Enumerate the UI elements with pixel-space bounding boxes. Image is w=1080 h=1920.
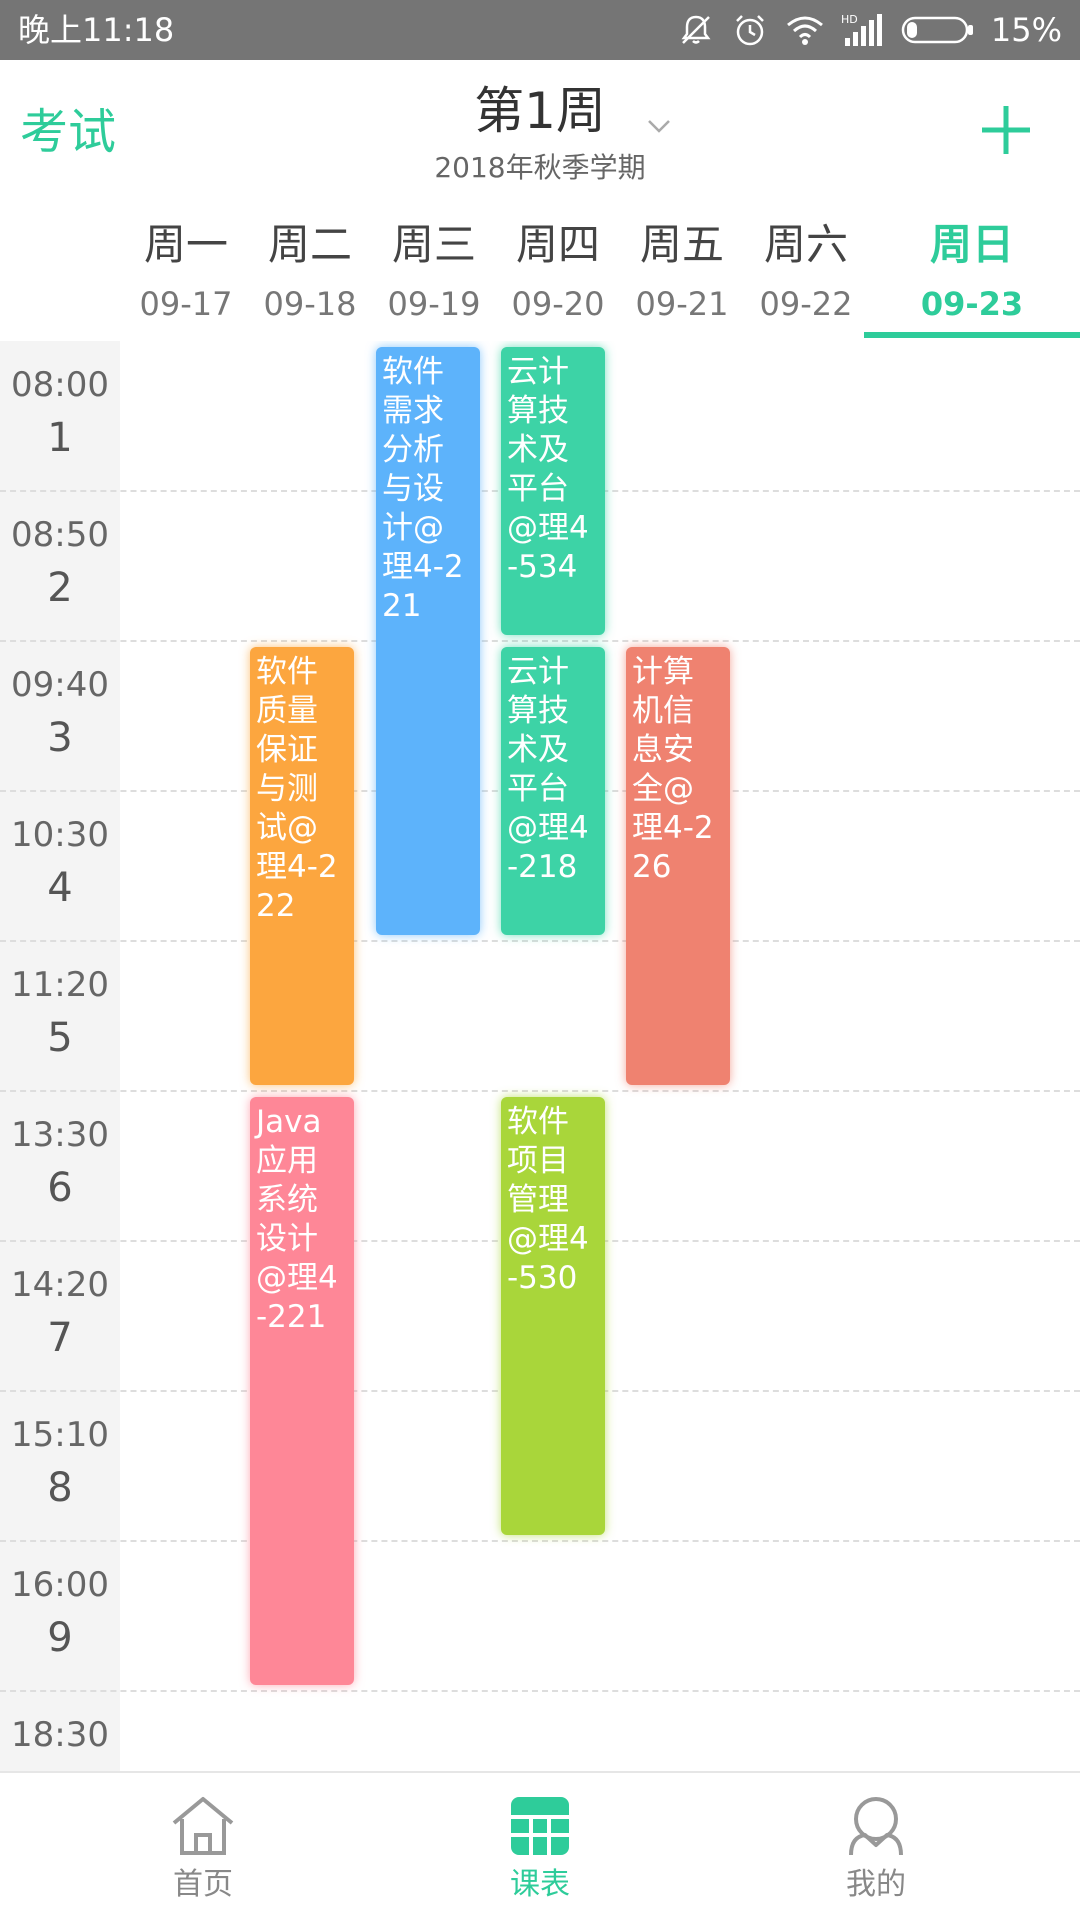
time-slot: 11:20 5 [0,941,120,1091]
bottom-nav: 首页 课表 我的 [0,1771,1080,1920]
day-date: 09-19 [387,285,481,323]
row-divider [0,1090,1080,1092]
slot-number: 9 [47,1615,73,1661]
status-time: 晚上11:18 [18,11,175,49]
day-name: 周日 [929,220,1014,269]
day-name: 周三 [391,220,476,269]
status-bar: 晚上11:18 HD 15% [0,0,1080,60]
slot-number: 5 [47,1015,73,1061]
nav-label: 课表 [510,1867,570,1902]
course-card[interactable]: 软件项目管理@理4-530 [501,1097,605,1535]
slot-number: 7 [47,1315,73,1361]
day-name: 周四 [515,220,600,269]
time-slot: 08:50 2 [0,491,120,641]
day-tab-sun[interactable]: 周日 09-23 [910,220,1034,322]
day-name: 周六 [763,220,848,269]
battery-percent: 15% [990,11,1062,49]
slot-time: 18:30 [11,1715,109,1755]
slot-time: 09:40 [11,665,109,705]
nav-profile[interactable]: 我的 [776,1793,976,1903]
timetable-screen: 晚上11:18 HD 15% 考试 第1周 2018年秋季学期 周一 09-17… [0,0,1080,1920]
slot-number: 4 [47,865,73,911]
time-slot: 15:10 8 [0,1391,120,1541]
nav-label: 首页 [173,1867,233,1902]
course-card[interactable]: 云计算技术及平台@理4-534 [501,347,605,635]
row-divider [0,640,1080,642]
time-slot: 16:00 9 [0,1541,120,1691]
week-day-header: 周一 09-17 周二 09-18 周三 09-19 周四 09-20 周五 0… [0,200,1080,541]
slot-time: 13:30 [11,1115,109,1155]
hd-signal-icon: HD [841,12,885,48]
slot-number: 1 [47,415,73,461]
time-slot: 13:30 6 [0,1091,120,1241]
day-name: 周二 [267,220,352,269]
chevron-down-icon[interactable] [646,118,672,138]
day-name: 周五 [639,220,724,269]
course-card[interactable]: Java应用系统设计@理4-221 [250,1097,354,1685]
day-date: 09-20 [511,285,605,323]
active-day-indicator [864,332,1080,338]
nav-home[interactable]: 首页 [103,1793,303,1903]
slot-time: 15:10 [11,1415,109,1455]
slot-time: 11:20 [11,965,109,1005]
day-tab-tue[interactable]: 周二 09-18 [248,220,372,322]
day-tab-wed[interactable]: 周三 09-19 [372,220,496,322]
day-tab-sat[interactable]: 周六 09-22 [744,220,868,322]
row-divider [0,1540,1080,1542]
slot-time: 10:30 [11,815,109,855]
day-date: 09-21 [635,285,729,323]
slot-time: 08:50 [11,515,109,555]
semester-label: 2018年秋季学期 [434,151,646,184]
time-slot: 18:30 [0,1691,120,1771]
nav-timetable[interactable]: 课表 [440,1793,640,1903]
app-header: 考试 第1周 2018年秋季学期 [0,60,1080,200]
time-slot: 10:30 4 [0,791,120,941]
day-tab-fri[interactable]: 周五 09-21 [620,220,744,322]
day-tab-mon[interactable]: 周一 09-17 [124,220,248,322]
row-divider [0,1690,1080,1692]
day-date: 09-18 [263,285,357,323]
plus-icon[interactable] [978,102,1034,158]
time-slot: 08:00 1 [0,341,120,491]
day-date: 09-23 [920,285,1024,323]
timetable-grid[interactable]: 08:00 1 08:50 2 09:40 3 10:30 4 11:20 5 13:30 6 14:2… [0,341,1080,1771]
slot-time: 14:20 [11,1265,109,1305]
day-name: 周一 [143,220,228,269]
mute-icon [677,11,715,49]
slot-number: 6 [47,1165,73,1211]
exam-link[interactable]: 考试 [20,102,116,162]
course-card[interactable]: 软件需求分析与设计@理4-221 [376,347,480,935]
slot-number: 3 [47,715,73,761]
day-tab-thu[interactable]: 周四 09-20 [496,220,620,322]
svg-text:HD: HD [841,13,858,26]
nav-label: 我的 [846,1867,906,1902]
course-card[interactable]: 云计算技术及平台@理4-218 [501,647,605,935]
slot-number: 8 [47,1465,73,1511]
time-slot: 09:40 3 [0,641,120,791]
time-column: 08:00 1 08:50 2 09:40 3 10:30 4 11:20 5 13:30 6 14:2… [0,341,120,1771]
wifi-icon [785,13,825,47]
day-date: 09-22 [759,285,853,323]
alarm-icon [731,11,769,49]
time-slot: 14:20 7 [0,1241,120,1391]
home-icon [103,1793,303,1859]
row-divider [0,940,1080,942]
profile-icon [776,1793,976,1859]
slot-time: 08:00 [11,365,109,405]
timetable-icon [440,1793,640,1859]
slot-time: 16:00 [11,1565,109,1605]
course-card[interactable]: 软件质量保证与测试@理4-222 [250,647,354,1085]
week-title[interactable]: 第1周 [340,80,740,142]
day-date: 09-17 [139,285,233,323]
battery-icon [901,15,975,45]
slot-number: 2 [47,565,73,611]
course-card[interactable]: 计算机信息安全@理4-226 [626,647,730,1085]
status-icons: HD 15% [677,8,1062,52]
